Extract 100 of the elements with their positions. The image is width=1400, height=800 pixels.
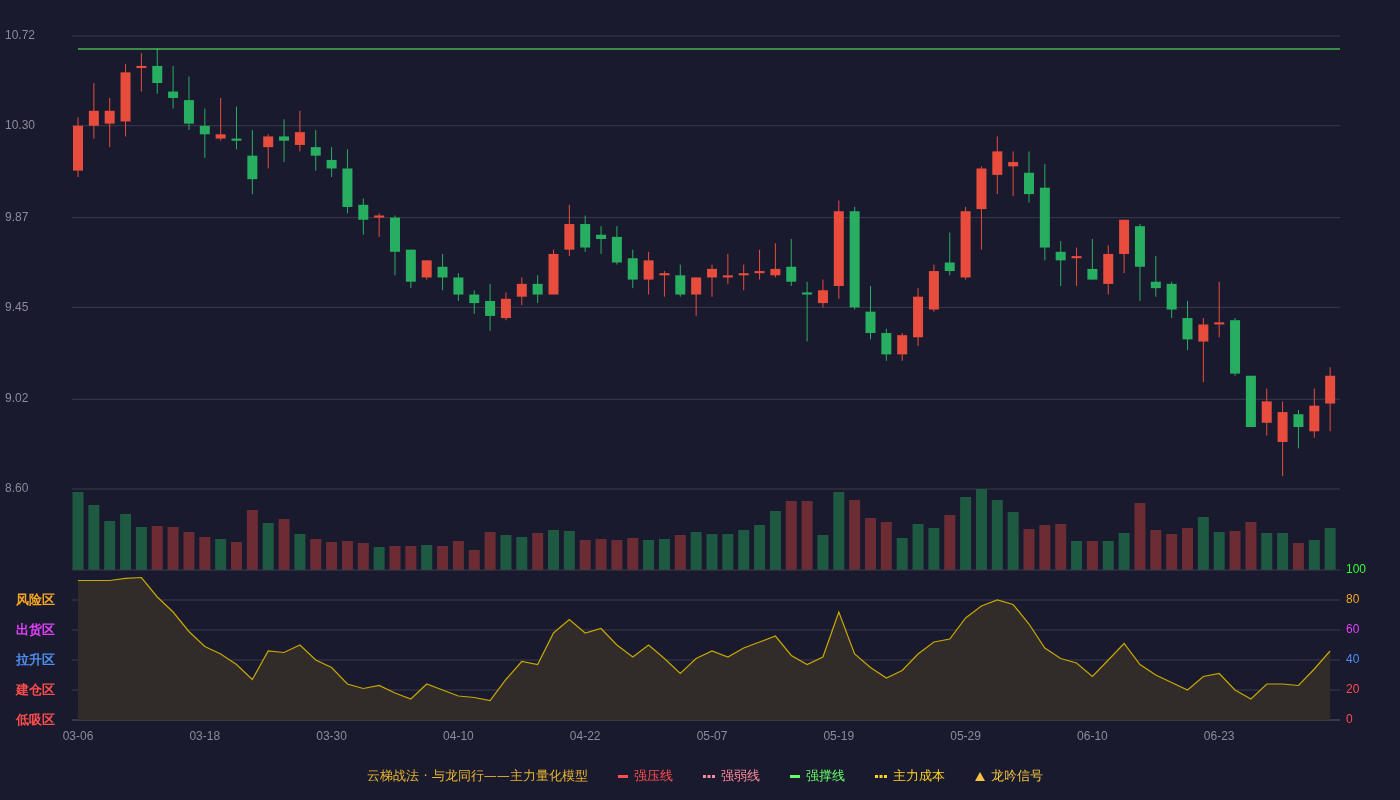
candlestick [168, 65, 179, 110]
candlestick [390, 215, 400, 276]
volume-bar [1213, 532, 1225, 570]
candlestick [564, 204, 575, 257]
candlestick [802, 281, 813, 343]
volume-bar [595, 539, 607, 570]
candlestick [485, 283, 496, 332]
candlestick [215, 97, 226, 142]
candlestick [817, 279, 828, 308]
volume-bar [1245, 522, 1257, 570]
candlestick [1293, 409, 1304, 449]
volume-bar [1308, 540, 1320, 570]
zone-label: 出货区 [16, 621, 55, 637]
volume-bar [944, 515, 956, 570]
date-label: 04-22 [569, 729, 601, 744]
volume-bar [389, 546, 401, 570]
volume-bar [532, 533, 544, 570]
candlestick [738, 264, 749, 291]
volume-bar [849, 500, 861, 570]
volume-bar [516, 537, 528, 570]
volume-bar [373, 547, 385, 570]
volume-bar [135, 527, 147, 570]
legend-label: 强撑线 [805, 767, 845, 785]
candlestick [104, 97, 115, 148]
axis-label: 20 [1346, 682, 1360, 697]
candlestick [136, 52, 147, 93]
candlestick [1055, 240, 1066, 287]
candlestick [1071, 247, 1082, 287]
volume-bar [199, 537, 211, 570]
candlestick [1214, 281, 1225, 338]
volume-bar [865, 518, 876, 570]
date-label: 05-07 [696, 729, 728, 744]
volume-bar [1324, 528, 1336, 570]
volume-bar [674, 535, 686, 570]
volume-bar [722, 534, 734, 570]
volume-bar [120, 514, 132, 570]
volume-bar [1118, 533, 1130, 570]
volume-bar [1055, 524, 1067, 570]
volume-bar [215, 539, 227, 570]
candlestick [596, 225, 607, 255]
legend-label: 主力成本 [892, 767, 945, 785]
candlestick [88, 82, 99, 140]
candlestick [548, 249, 559, 296]
volume-bar [452, 541, 464, 570]
volume-bar [1150, 530, 1162, 570]
volume-bar [1007, 512, 1019, 570]
candlestick [421, 259, 432, 281]
volume-bar [769, 511, 781, 570]
volume-bar [88, 505, 100, 570]
volume-bar [246, 510, 258, 570]
candlestick [73, 116, 83, 178]
candlestick [1150, 255, 1161, 298]
volume-bar [341, 541, 353, 570]
candlestick [1245, 375, 1256, 428]
axis-label: 9.02 [5, 391, 29, 406]
candlestick [1309, 388, 1320, 439]
volume-bar [754, 525, 766, 570]
date-label: 04-10 [443, 729, 474, 744]
axis-label: 9.45 [5, 299, 29, 314]
volume-bar [801, 501, 813, 570]
candlestick [1103, 244, 1114, 296]
volume-bar [690, 532, 702, 570]
candlestick [516, 276, 527, 306]
volume-bar [738, 530, 750, 570]
date-label: 05-29 [950, 729, 981, 744]
candlestick [707, 264, 717, 298]
candlestick [1230, 317, 1241, 377]
volume-bar [991, 500, 1003, 570]
volume-bar [357, 543, 369, 570]
volume-bar [1182, 528, 1193, 570]
candlestick [1119, 219, 1130, 274]
date-label: 03-06 [62, 729, 94, 744]
volume-bar [1229, 531, 1241, 570]
candlestick [469, 289, 480, 315]
volume-bar [912, 524, 924, 570]
legend-label: 龙吟信号 [990, 767, 1043, 785]
candlestick [611, 225, 622, 266]
date-label: 06-23 [1203, 729, 1235, 744]
volume-bar [326, 542, 338, 570]
candlestick [453, 272, 464, 302]
volume-bar [1086, 541, 1098, 570]
candlestick [897, 332, 908, 362]
volume-bar [896, 538, 908, 570]
candlestick [786, 238, 797, 287]
date-label: 03-30 [316, 729, 347, 744]
volume-bar [706, 534, 718, 570]
date-label: 06-10 [1077, 729, 1108, 744]
candlestick [722, 253, 733, 285]
volume-bar [468, 550, 480, 570]
volume-bar [1292, 543, 1304, 570]
axis-label: 10.30 [5, 117, 36, 132]
candlestick [374, 212, 385, 238]
candlestick [580, 215, 591, 253]
legend-label: 强压线 [633, 767, 673, 785]
volume-bar [1071, 541, 1083, 570]
candlestick [199, 108, 210, 159]
volume-bar [817, 535, 829, 570]
volume-bar [579, 540, 591, 570]
volume-bar [785, 501, 797, 570]
axis-label: 8.60 [5, 481, 29, 496]
